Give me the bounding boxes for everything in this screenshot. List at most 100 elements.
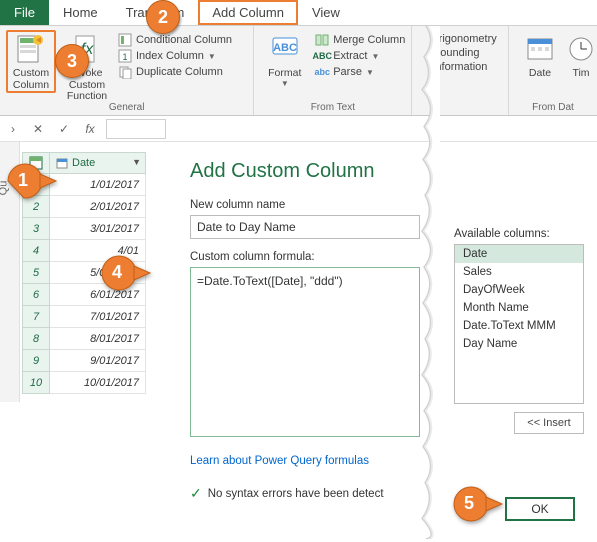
cell-date[interactable]: 10/01/2017 bbox=[50, 372, 146, 394]
checkmark-icon: ✓ bbox=[190, 485, 202, 502]
table-row[interactable]: 88/01/2017 bbox=[22, 328, 146, 350]
available-column-option[interactable]: Date bbox=[455, 245, 583, 263]
table-row[interactable]: 44/01 bbox=[22, 240, 146, 262]
invoke-fn-icon: fx bbox=[70, 32, 104, 66]
menu-file[interactable]: File bbox=[0, 0, 49, 25]
menu-bar: File Home Transform Add Column View bbox=[0, 0, 597, 26]
row-number: 7 bbox=[22, 306, 50, 328]
time-button[interactable]: Tim bbox=[571, 30, 591, 80]
table-row[interactable]: 99/01/2017 bbox=[22, 350, 146, 372]
trigonometry-button[interactable]: Trigonometry bbox=[432, 32, 496, 46]
menu-home[interactable]: Home bbox=[49, 0, 112, 25]
cancel-formula-icon[interactable]: ✕ bbox=[28, 119, 48, 139]
cell-date[interactable]: 6/01/2017 bbox=[50, 284, 146, 306]
available-column-option[interactable]: DayOfWeek bbox=[455, 281, 583, 299]
available-columns-section: Available columns: DateSalesDayOfWeekMon… bbox=[454, 228, 584, 434]
svg-text:ABC: ABC bbox=[273, 42, 297, 54]
calendar-icon bbox=[523, 32, 557, 66]
row-number: 4 bbox=[22, 240, 50, 262]
row-number: 6 bbox=[22, 284, 50, 306]
cell-date[interactable]: 7/01/2017 bbox=[50, 306, 146, 328]
cell-date[interactable]: 5/01/2017 bbox=[50, 262, 146, 284]
chevron-down-icon: ▼ bbox=[208, 52, 216, 61]
cell-date[interactable]: 1/01/2017 bbox=[50, 174, 146, 196]
menu-view[interactable]: View bbox=[298, 0, 354, 25]
row-number: 2 bbox=[22, 196, 50, 218]
merge-columns-button[interactable]: Merge Column bbox=[315, 32, 405, 48]
row-number: 8 bbox=[22, 328, 50, 350]
chevron-down-icon: ▼ bbox=[281, 80, 289, 89]
new-column-name-label: New column name bbox=[190, 199, 597, 211]
table-row[interactable]: 1010/01/2017 bbox=[22, 372, 146, 394]
cell-date[interactable]: 9/01/2017 bbox=[50, 350, 146, 372]
row-number: 10 bbox=[22, 372, 50, 394]
learn-link[interactable]: Learn about Power Query formulas bbox=[190, 455, 597, 467]
conditional-column-button[interactable]: Conditional Column bbox=[118, 32, 232, 48]
extract-icon: ABC bbox=[315, 49, 329, 63]
menu-add-column[interactable]: Add Column bbox=[198, 0, 298, 25]
invoke-fn-label: Invoke Custom Function bbox=[62, 68, 112, 103]
available-columns-list[interactable]: DateSalesDayOfWeekMonth NameDate.ToText … bbox=[454, 244, 584, 404]
menu-transform[interactable]: Transform bbox=[112, 0, 199, 25]
clock-icon bbox=[564, 32, 597, 66]
cell-date[interactable]: 4/01 bbox=[50, 240, 146, 262]
table-icon bbox=[29, 156, 43, 170]
table-row[interactable]: 33/01/2017 bbox=[22, 218, 146, 240]
index-column-button[interactable]: 1 Index Column ▼ bbox=[118, 48, 216, 64]
column-header-date[interactable]: Date ▼ bbox=[50, 152, 146, 174]
ok-button[interactable]: OK bbox=[505, 497, 575, 521]
rounding-button[interactable]: Rounding bbox=[432, 46, 479, 60]
queries-side-rail[interactable]: Qu bbox=[0, 142, 20, 402]
cell-date[interactable]: 3/01/2017 bbox=[50, 218, 146, 240]
ribbon-group-from-date: Date Tim From Dat bbox=[509, 26, 597, 115]
svg-text:fx: fx bbox=[81, 41, 94, 58]
information-button[interactable]: Information bbox=[432, 60, 487, 74]
merge-icon bbox=[315, 33, 329, 47]
parse-icon: abc bbox=[315, 65, 329, 79]
insert-button[interactable]: << Insert bbox=[514, 412, 584, 434]
accept-formula-icon[interactable]: ✓ bbox=[54, 119, 74, 139]
custom-column-button[interactable]: Custom Column bbox=[6, 30, 56, 93]
row-number: 5 bbox=[22, 262, 50, 284]
chevron-down-icon: ▼ bbox=[371, 52, 379, 61]
available-column-option[interactable]: Sales bbox=[455, 263, 583, 281]
available-column-option[interactable]: Month Name bbox=[455, 299, 583, 317]
ribbon-group-general: Custom Column fx Invoke Custom Function … bbox=[0, 26, 254, 115]
ribbon-group-from-text: ABC Format ▼ Merge Column ABC Extract ▼ … bbox=[254, 26, 412, 115]
available-column-option[interactable]: Day Name bbox=[455, 335, 583, 353]
cell-date[interactable]: 8/01/2017 bbox=[50, 328, 146, 350]
data-grid: Date ▼ 11/01/201722/01/201733/01/201744/… bbox=[22, 152, 146, 394]
table-corner[interactable] bbox=[22, 152, 50, 174]
group-label-from-text: From Text bbox=[260, 100, 405, 113]
table-row[interactable]: 66/01/2017 bbox=[22, 284, 146, 306]
table-row[interactable]: 77/01/2017 bbox=[22, 306, 146, 328]
formula-input[interactable] bbox=[106, 119, 166, 139]
calendar-icon bbox=[56, 157, 68, 169]
fx-icon[interactable]: fx bbox=[80, 119, 100, 139]
group-label-general: General bbox=[6, 100, 247, 113]
available-column-option[interactable]: Date.ToText MMM bbox=[455, 317, 583, 335]
duplicate-icon bbox=[118, 65, 132, 79]
table-row[interactable]: 55/01/2017 bbox=[22, 262, 146, 284]
invoke-custom-function-button[interactable]: fx Invoke Custom Function bbox=[62, 30, 112, 103]
ribbon: Custom Column fx Invoke Custom Function … bbox=[0, 26, 597, 116]
custom-column-label: Custom Column bbox=[13, 68, 49, 91]
dialog-title: Add Custom Column bbox=[190, 160, 597, 183]
duplicate-column-button[interactable]: Duplicate Column bbox=[118, 64, 223, 80]
filter-dropdown-icon[interactable]: ▼ bbox=[132, 157, 141, 167]
expand-chevron-icon[interactable]: › bbox=[4, 122, 22, 136]
cell-date[interactable]: 2/01/2017 bbox=[50, 196, 146, 218]
date-button[interactable]: Date bbox=[515, 30, 565, 80]
row-number: 3 bbox=[22, 218, 50, 240]
table-row[interactable]: 22/01/2017 bbox=[22, 196, 146, 218]
custom-column-icon bbox=[14, 32, 48, 66]
row-number: 9 bbox=[22, 350, 50, 372]
custom-formula-textarea[interactable]: =Date.ToText([Date], "ddd") bbox=[190, 267, 420, 437]
format-icon: ABC bbox=[268, 32, 302, 66]
new-column-name-input[interactable]: Date to Day Name bbox=[190, 215, 420, 239]
table-row[interactable]: 11/01/2017 bbox=[22, 174, 146, 196]
parse-button[interactable]: abc Parse ▼ bbox=[315, 64, 374, 80]
extract-button[interactable]: ABC Extract ▼ bbox=[315, 48, 379, 64]
index-icon: 1 bbox=[118, 49, 132, 63]
format-button[interactable]: ABC Format ▼ bbox=[260, 30, 309, 88]
